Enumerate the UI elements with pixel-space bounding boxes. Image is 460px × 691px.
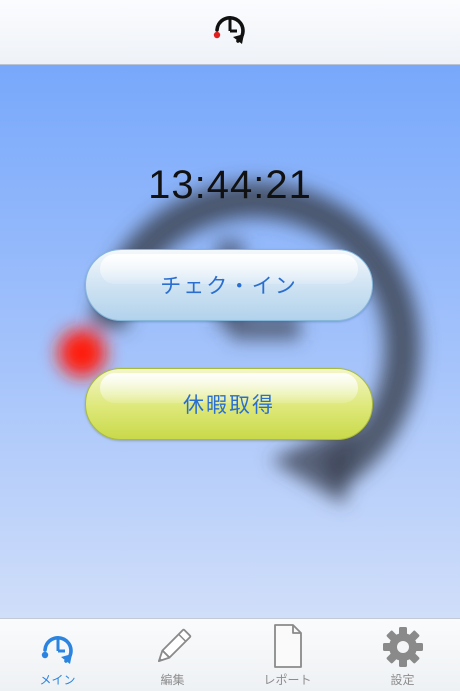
navigation-bar <box>0 0 460 65</box>
check-in-button[interactable]: チェク・イン <box>85 249 373 321</box>
clock-watermark-icon <box>58 181 421 505</box>
check-in-label: チェク・イン <box>160 274 298 298</box>
take-leave-label: 休暇取得 <box>183 393 275 417</box>
tab-main-label: メイン <box>39 673 76 687</box>
tab-report[interactable]: レポート <box>230 619 345 691</box>
clock-icon <box>36 631 80 669</box>
document-icon <box>271 623 305 669</box>
tab-edit-label: 編集 <box>160 673 185 687</box>
tab-settings[interactable]: 設定 <box>345 619 460 691</box>
tab-bar: メイン 編集 レポート 設定 <box>0 618 460 691</box>
gear-icon <box>381 625 425 669</box>
clock-logo-icon <box>208 10 252 54</box>
tab-report-label: レポート <box>263 673 312 687</box>
tab-main[interactable]: メイン <box>0 619 115 691</box>
current-time: 13:44:21 <box>148 163 312 207</box>
take-leave-button[interactable]: 休暇取得 <box>85 368 373 440</box>
tab-settings-label: 設定 <box>390 673 415 687</box>
main-content: 13:44:21 チェク・イン 休暇取得 <box>0 65 460 618</box>
tab-edit[interactable]: 編集 <box>115 619 230 691</box>
pencil-icon <box>151 625 195 669</box>
